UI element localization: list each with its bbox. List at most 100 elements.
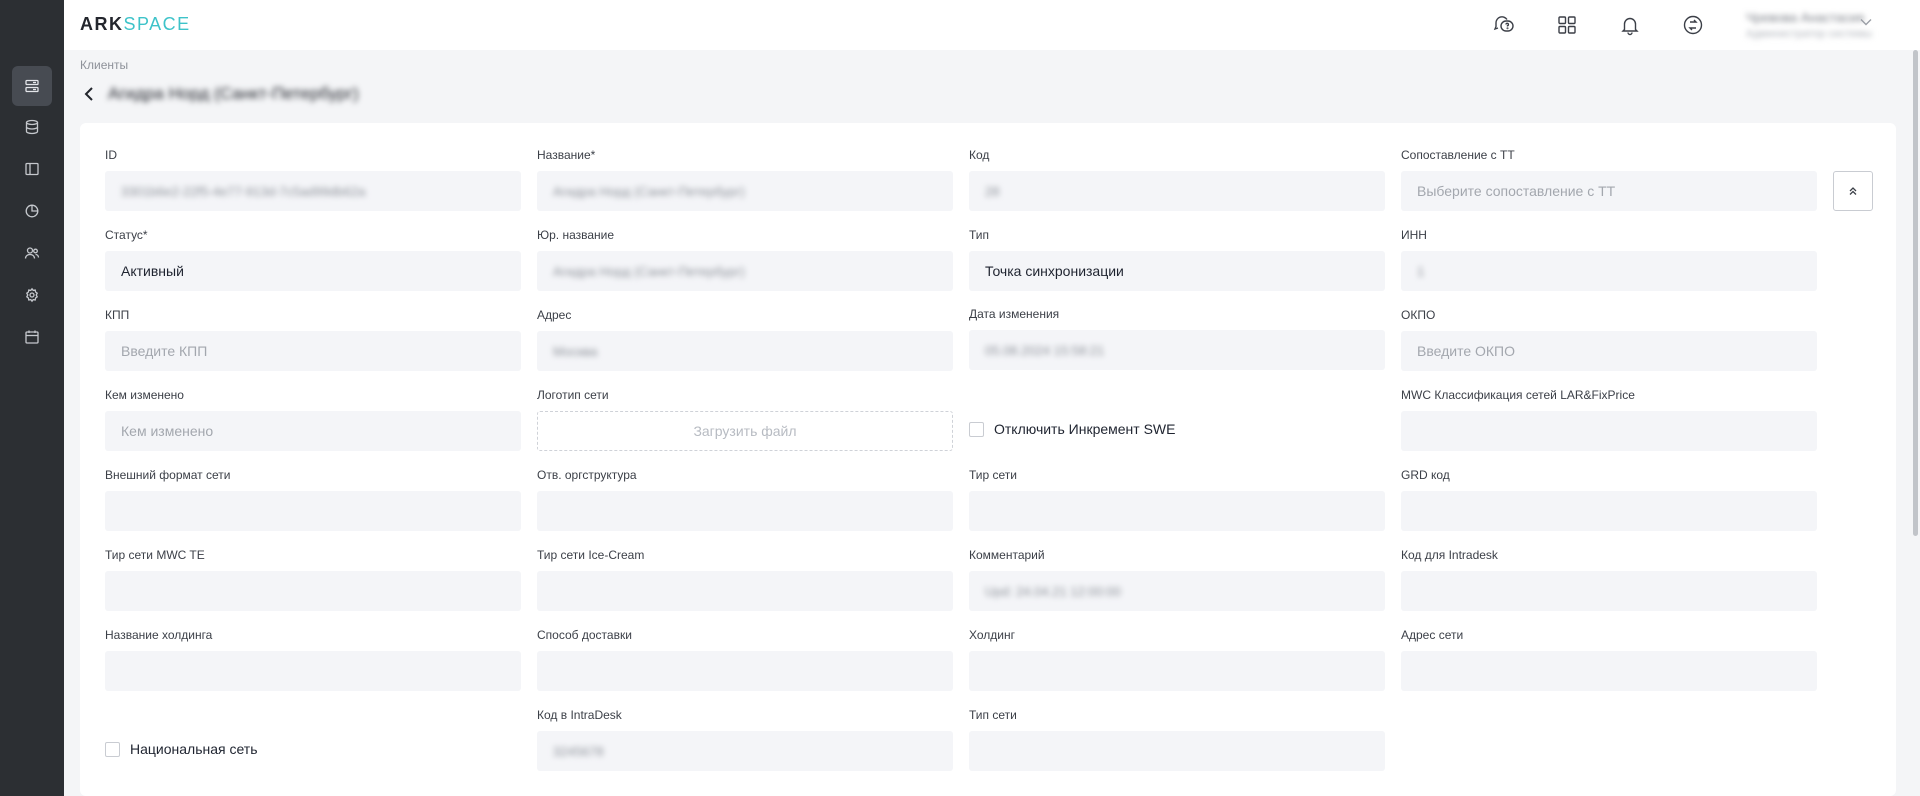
modified-by-field[interactable]: Кем изменено [105, 411, 521, 451]
modified-date-field: 05.08.2024 15:58:21 [969, 330, 1385, 370]
comment-label: Комментарий [969, 548, 1045, 562]
chevron-down-icon[interactable] [1860, 18, 1872, 26]
type-select[interactable]: Точка синхронизации [969, 251, 1385, 291]
pie-chart-icon [25, 204, 39, 218]
collapse-button[interactable] [1833, 171, 1873, 211]
code-field[interactable]: 28 [969, 171, 1385, 211]
id-label: ID [105, 148, 117, 162]
notifications-button[interactable] [1616, 11, 1644, 39]
kpp-label: КПП [105, 308, 130, 322]
org-structure-label: Отв. оргструктура [537, 468, 637, 482]
client-form-card [80, 123, 1896, 796]
sidebar-item-calendar[interactable] [12, 317, 52, 357]
okpo-field[interactable]: Введите ОКПО [1401, 331, 1817, 371]
intradesk-code-field[interactable] [1401, 571, 1817, 611]
sidebar-item-database[interactable] [12, 107, 52, 147]
network-type-label: Тип сети [969, 708, 1017, 722]
support-button[interactable] [1490, 11, 1518, 39]
modified-date-value: 05.08.2024 15:58:21 [985, 343, 1105, 358]
breadcrumb[interactable]: Клиенты [80, 58, 128, 72]
apps-grid-icon [1558, 16, 1576, 34]
network-type-field[interactable] [969, 731, 1385, 771]
name-value: Агидра Норд (Санкт-Петербург) [553, 184, 745, 199]
modified-date-label: Дата изменения [969, 307, 1060, 321]
mwc-te-tier-label: Тир сети MWC TE [105, 548, 205, 562]
user-role: Администратор системы [1746, 28, 1873, 40]
holding-name-label: Название холдинга [105, 628, 213, 642]
logo-upload-button[interactable]: Загрузить файл [537, 411, 953, 451]
sidebar-item-settings[interactable] [12, 275, 52, 315]
sync-button[interactable] [1679, 11, 1707, 39]
inn-field[interactable]: 1 [1401, 251, 1817, 291]
grd-code-field[interactable] [1401, 491, 1817, 531]
code-value: 28 [985, 184, 1000, 199]
calendar-icon [25, 330, 39, 344]
code-label: Код [969, 148, 990, 162]
legal-name-value: Агидра Норд (Санкт-Петербург) [553, 264, 745, 279]
logo-ark-text: ARK [80, 14, 124, 34]
icecream-tier-label: Тир сети Ice-Cream [537, 548, 645, 562]
network-address-field[interactable] [1401, 651, 1817, 691]
okpo-label: ОКПО [1401, 308, 1436, 322]
id-field[interactable]: 3301b6e2-22f5-4e77-913d-7c5ad99db62a [105, 171, 521, 211]
national-network-checkbox-row[interactable]: Национальная сеть [105, 741, 258, 757]
inn-value: 1 [1417, 264, 1425, 279]
inn-label: ИНН [1401, 228, 1427, 242]
delivery-method-field[interactable] [537, 651, 953, 691]
network-tier-field[interactable] [969, 491, 1385, 531]
sidebar-item-analytics[interactable] [12, 191, 52, 231]
name-label: Название* [537, 148, 596, 162]
icecream-tier-field[interactable] [537, 571, 953, 611]
sidebar [0, 0, 64, 796]
logo-label: Логотип сети [537, 388, 609, 402]
grd-code-label: GRD код [1401, 468, 1450, 482]
mwc-class-field[interactable] [1401, 411, 1817, 451]
name-field[interactable]: Агидра Норд (Санкт-Петербург) [537, 171, 953, 211]
sidebar-item-users[interactable] [12, 233, 52, 273]
page-scrollbar[interactable] [1913, 50, 1918, 536]
chevron-left-icon [84, 87, 93, 101]
sidebar-item-list[interactable] [12, 66, 52, 106]
holding-field[interactable] [969, 651, 1385, 691]
delivery-method-label: Способ доставки [537, 628, 632, 642]
network-tier-label: Тир сети [969, 468, 1017, 482]
sync-icon [1683, 15, 1703, 35]
modified-by-label: Кем изменено [105, 388, 184, 402]
disable-increment-label: Отключить Инкремент SWE [994, 421, 1176, 437]
holding-name-field[interactable] [105, 651, 521, 691]
list-icon [25, 79, 39, 93]
ext-format-field[interactable] [105, 491, 521, 531]
sidebar-item-panel[interactable] [12, 149, 52, 189]
top-header: ARKSPACE Чревова Анастасия Администратор… [64, 0, 1920, 50]
tt-match-select[interactable]: Выберите сопоставление с ТТ [1401, 171, 1817, 211]
kpp-field[interactable]: Введите КПП [105, 331, 521, 371]
comment-value: Upd: 24.04.21 12:00:00 [985, 584, 1121, 599]
page-title: Агидра Норд (Санкт-Петербург) [108, 84, 359, 103]
chevrons-up-icon [1849, 187, 1857, 195]
disable-increment-checkbox[interactable] [969, 421, 984, 437]
app-logo[interactable]: ARKSPACE [80, 14, 191, 35]
apps-grid-button[interactable] [1553, 11, 1581, 39]
address-label: Адрес [537, 308, 572, 322]
comment-field[interactable]: Upd: 24.04.21 12:00:00 [969, 571, 1385, 611]
panel-icon [25, 162, 39, 176]
national-network-checkbox[interactable] [105, 741, 120, 757]
intradesk-code2-value: 3245678 [553, 744, 604, 759]
status-select[interactable]: Активный [105, 251, 521, 291]
address-field[interactable]: Москва [537, 331, 953, 371]
mwc-class-label: MWC Классификация сетей LAR&FixPrice [1401, 388, 1635, 402]
intradesk-code2-field[interactable]: 3245678 [537, 731, 953, 771]
settings-icon [25, 287, 39, 303]
back-button[interactable] [84, 84, 100, 104]
legal-name-field[interactable]: Агидра Норд (Санкт-Петербург) [537, 251, 953, 291]
bell-icon [1621, 17, 1639, 36]
status-label: Статус* [105, 228, 148, 242]
support-icon [1493, 16, 1514, 32]
legal-name-label: Юр. название [537, 228, 615, 242]
user-name: Чревова Анастасия [1746, 10, 1865, 25]
intradesk-code2-label: Код в IntraDesk [537, 708, 622, 722]
org-structure-field[interactable] [537, 491, 953, 531]
disable-increment-checkbox-row[interactable]: Отключить Инкремент SWE [969, 421, 1175, 437]
database-icon [25, 119, 39, 135]
mwc-te-tier-field[interactable] [105, 571, 521, 611]
